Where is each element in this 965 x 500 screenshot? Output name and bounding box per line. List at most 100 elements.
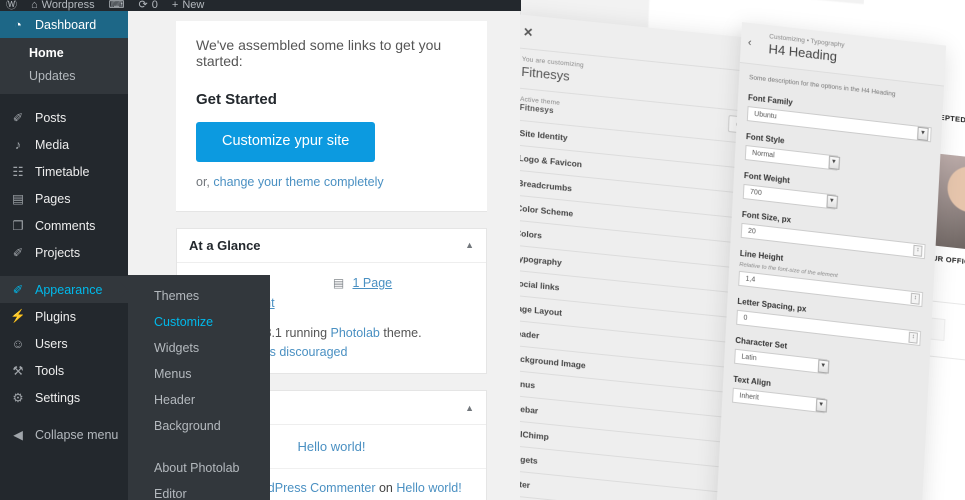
- posts-icon: ✐: [12, 111, 24, 125]
- appearance-flyout-menu: Themes Customize Widgets Menus Header Ba…: [128, 275, 270, 500]
- welcome-alt-prefix: or,: [196, 174, 214, 189]
- sidebar-divider-3: [0, 411, 128, 421]
- sidebar-item-label-plugins: Plugins: [35, 309, 76, 324]
- spinner-icon[interactable]: ↕: [910, 292, 921, 305]
- submenu-item-home[interactable]: Home: [0, 42, 128, 65]
- projects-icon: ✐: [12, 246, 24, 260]
- flyout-item-themes[interactable]: Themes: [128, 283, 270, 309]
- section-label: Site Identity: [520, 127, 568, 143]
- sidebar-item-label-settings: Settings: [35, 390, 81, 405]
- welcome-alt-line: or, change your theme completely: [196, 175, 467, 189]
- sidebar-item-label-collapse: Collapse menu: [35, 427, 119, 442]
- section-label: Sidebar: [520, 402, 539, 416]
- spinner-icon[interactable]: ↕: [913, 244, 923, 257]
- section-label: MailChimp: [520, 427, 550, 442]
- tools-icon: ⚒: [12, 364, 24, 378]
- wp-admin-screen: Ⓦ ⌂ Wordpress ⌨ ⟳ 0 + New ◔ Dashboard Ho…: [0, 0, 521, 500]
- flyout-item-widgets[interactable]: Widgets: [128, 335, 270, 361]
- chevron-down-icon[interactable]: ▼: [815, 398, 827, 413]
- sidebar-divider-2: [0, 266, 128, 276]
- adminbar-updates-count: 0: [151, 0, 158, 11]
- section-label: Logo & Favicon: [520, 152, 583, 170]
- glance-stat-pages-label: 1 Page: [352, 275, 393, 290]
- section-label: Social links: [520, 277, 560, 293]
- sidebar-item-tools[interactable]: ⚒ Tools: [0, 357, 128, 384]
- customizer-screenshot-collage: Search keyword GO CATEGORIES Projects Ne…: [520, 0, 965, 500]
- sidebar-item-comments[interactable]: ❐ Comments: [0, 212, 128, 239]
- typography-settings-panel: ‹ Customizing • Typography H4 Heading So…: [715, 22, 947, 500]
- sidebar-item-users[interactable]: ☺ Users: [0, 330, 128, 357]
- customize-site-button[interactable]: Customize ypur site: [196, 122, 376, 162]
- adminbar-item-updates[interactable]: ⟳ 0: [139, 0, 158, 11]
- glance-stat-pages[interactable]: ▤ 1 Page: [332, 273, 475, 293]
- dashboard-submenu: Home Updates: [0, 38, 128, 94]
- sidebar-item-plugins[interactable]: ⚡ Plugins: [0, 303, 128, 330]
- glance-theme-link[interactable]: Photolab: [331, 326, 380, 340]
- flyout-item-about-photolab[interactable]: About Photolab: [128, 455, 270, 481]
- settings-icon: ⚙: [12, 391, 24, 405]
- section-label: Typography: [520, 252, 563, 268]
- chevron-up-icon[interactable]: ▲: [465, 403, 474, 413]
- sidebar-item-label-posts: Posts: [35, 110, 67, 125]
- adminbar-site-label: Wordpress: [41, 0, 95, 11]
- flyout-item-background[interactable]: Background: [128, 413, 270, 439]
- flyout-item-menus[interactable]: Menus: [128, 361, 270, 387]
- sidebar-item-dashboard[interactable]: ◔ Dashboard: [0, 11, 128, 38]
- users-icon: ☺: [11, 336, 25, 351]
- section-label: Colors: [520, 227, 543, 241]
- chevron-down-icon[interactable]: ▼: [917, 126, 929, 141]
- sidebar-item-timetable[interactable]: ☷ Timetable: [0, 158, 128, 185]
- flyout-item-editor[interactable]: Editor: [128, 481, 270, 500]
- section-label: Menus: [520, 377, 536, 391]
- at-a-glance-header[interactable]: At a Glance ▲: [177, 229, 486, 263]
- sidebar-item-settings[interactable]: ⚙ Settings: [0, 384, 128, 411]
- adminbar-item-site-name[interactable]: ⌂ Wordpress: [31, 0, 95, 11]
- pages-icon: ▤: [12, 192, 24, 206]
- home-icon: ⌂: [31, 0, 38, 11]
- sidebar-item-projects[interactable]: ✐ Projects: [0, 239, 128, 266]
- sidebar-item-pages[interactable]: ▤ Pages: [0, 185, 128, 212]
- glance-note-suffix: theme.: [379, 325, 422, 340]
- sidebar-item-label-dashboard: Dashboard: [35, 17, 97, 32]
- spinner-icon[interactable]: ↕: [908, 331, 918, 344]
- sidebar-item-label-projects: Projects: [35, 245, 81, 260]
- section-label: Background Image: [520, 352, 586, 371]
- welcome-panel: We've assembled some links to get you st…: [176, 21, 487, 212]
- sidebar-item-label-appearance: Appearance: [35, 282, 103, 297]
- sidebar-item-media[interactable]: ♪ Media: [0, 131, 128, 158]
- chevron-up-icon[interactable]: ▲: [465, 240, 474, 250]
- sidebar-item-label-comments: Comments: [35, 218, 96, 233]
- sidebar-item-label-pages: Pages: [35, 191, 71, 206]
- sidebar-item-label-timetable: Timetable: [35, 164, 90, 179]
- appearance-icon: ✐: [12, 283, 24, 297]
- sidebar-item-collapse-menu[interactable]: ◀ Collapse menu: [0, 421, 128, 448]
- chevron-down-icon[interactable]: ▼: [825, 194, 838, 209]
- chevron-down-icon[interactable]: ▼: [827, 155, 840, 170]
- change-theme-link[interactable]: change your theme completely: [213, 175, 383, 189]
- section-label: Page Layout: [520, 302, 563, 318]
- comment-meta: A WordPress Commenter on Hello world!: [234, 479, 474, 497]
- sidebar-item-label-tools: Tools: [35, 363, 65, 378]
- flyout-item-header[interactable]: Header: [128, 387, 270, 413]
- adminbar-item-comments[interactable]: ⌨: [109, 0, 125, 11]
- sidebar-item-posts[interactable]: ✐ Posts: [0, 104, 128, 131]
- comment-post-link[interactable]: Hello world!: [396, 481, 461, 495]
- back-arrow-icon[interactable]: ‹: [748, 37, 752, 49]
- close-icon[interactable]: ✕: [523, 24, 534, 39]
- collapse-icon: ◀: [13, 428, 23, 442]
- flyout-item-customize[interactable]: Customize: [128, 309, 270, 335]
- sidebar-item-label-media: Media: [35, 137, 70, 152]
- comment-icon: ⌨: [108, 0, 125, 11]
- adminbar-item-new[interactable]: + New: [172, 0, 204, 11]
- submenu-item-updates[interactable]: Updates: [0, 65, 128, 88]
- adminbar-item-wordpress-logo[interactable]: Ⓦ: [6, 0, 17, 11]
- chevron-down-icon[interactable]: ▼: [817, 359, 829, 374]
- field-text-align: Text Align Inherit ▼: [732, 374, 918, 423]
- sidebar-item-appearance[interactable]: ✐ Appearance: [0, 276, 128, 303]
- at-a-glance-title: At a Glance: [189, 237, 261, 253]
- section-label: Color Scheme: [520, 202, 574, 219]
- comments-icon: ❐: [12, 219, 24, 233]
- section-label: Header: [520, 327, 540, 341]
- recent-post-link[interactable]: Hello world!: [298, 439, 366, 454]
- adminbar-new-label: New: [182, 0, 205, 11]
